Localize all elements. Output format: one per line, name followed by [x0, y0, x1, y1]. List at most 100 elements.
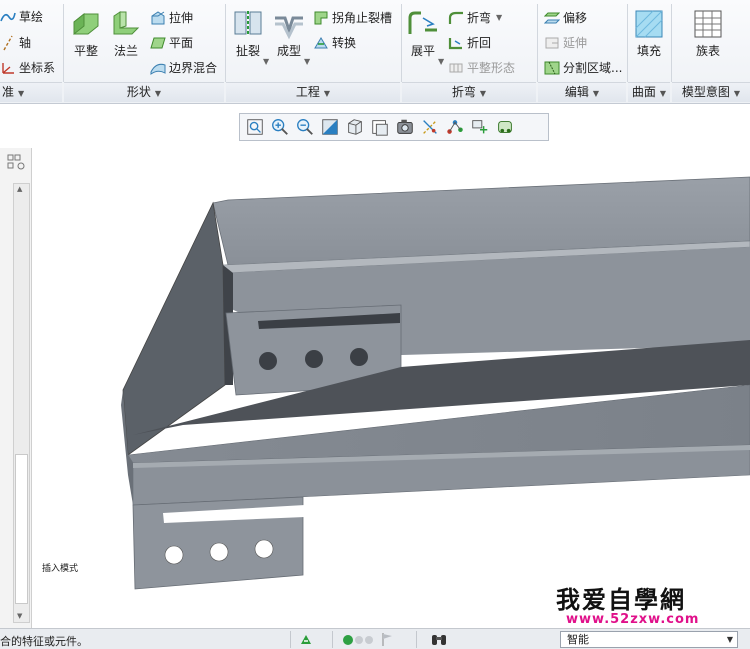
graphics-viewport[interactable]: 插入模式 [33, 145, 750, 625]
datum-group-bar[interactable]: 准 ▼ [0, 82, 62, 102]
flange-wall-label: 法兰 [113, 44, 138, 58]
split-area-label: 分割区域... [563, 61, 623, 75]
group-divider [401, 4, 402, 82]
offset-button[interactable]: 偏移 [544, 7, 587, 29]
saved-orientations-icon[interactable] [369, 116, 391, 138]
sheetmetal-model[interactable] [33, 145, 750, 625]
graphics-toolbar [239, 113, 549, 141]
csys-label: 坐标系 [19, 61, 56, 75]
family-table-icon [694, 10, 722, 38]
flag-icon[interactable] [380, 632, 394, 647]
bend-button[interactable]: 折弯 ▼ [448, 7, 502, 29]
tree-scrollbar[interactable]: ▲ ▼ [13, 183, 30, 623]
repaint-icon[interactable] [319, 116, 341, 138]
chevron-down-icon: ▼ [733, 89, 741, 98]
fill-icon [635, 10, 663, 38]
shapes-group-bar[interactable]: 形状 ▼ [64, 82, 224, 102]
form-icon [275, 16, 303, 40]
tree-settings-icon[interactable] [6, 153, 28, 173]
extrude-icon [151, 11, 165, 25]
split-area-button[interactable]: 分割区域... [544, 57, 622, 79]
form-button[interactable]: 成型 ▼ [271, 8, 310, 66]
boundary-blend-label: 边界混合 [169, 61, 218, 75]
model-tree-panel: ▲ ▼ [0, 148, 32, 628]
spin-center-icon[interactable] [469, 116, 491, 138]
corner-relief-button[interactable]: 拐角止裂槽 [313, 7, 392, 29]
axis-icon [3, 35, 13, 51]
appearance-icon[interactable] [494, 116, 516, 138]
chevron-down-icon: ▼ [726, 635, 733, 644]
plane-icon [150, 37, 166, 49]
scroll-up-icon[interactable]: ▲ [17, 185, 22, 193]
flat-pattern-button[interactable]: 平整形态 [448, 57, 515, 79]
chevron-down-icon: ▼ [479, 89, 487, 98]
axis-label: 轴 [19, 36, 32, 50]
view-manager-icon[interactable] [394, 116, 416, 138]
extend-button[interactable]: 延伸 [544, 32, 587, 54]
scrollbar-thumb[interactable] [15, 454, 28, 604]
datum-group-label: 准 [2, 85, 15, 99]
watermark-url: www.52zxw.com [566, 612, 700, 627]
editing-group-label: 编辑 [564, 85, 589, 99]
family-table-label: 族表 [695, 44, 720, 58]
bend-label: 折弯 [467, 11, 492, 25]
chevron-down-icon: ▼ [496, 13, 503, 22]
offset-label: 偏移 [563, 11, 588, 25]
zoom-in-icon[interactable] [269, 116, 291, 138]
display-style-icon[interactable] [344, 116, 366, 138]
status-lights-icon [343, 635, 373, 645]
bends-group-label: 折弯 [451, 85, 476, 99]
sketch-label: 草绘 [19, 10, 44, 24]
chevron-down-icon: ▼ [18, 89, 25, 98]
refit-icon[interactable] [244, 116, 266, 138]
flat-wall-label: 平整 [73, 44, 98, 58]
editing-group-bar[interactable]: 编辑 ▼ [538, 82, 626, 102]
plane-button[interactable]: 平面 [150, 32, 193, 54]
rip-button[interactable]: 扯裂 ▼ [230, 8, 269, 66]
chevron-down-icon: ▼ [154, 89, 162, 98]
watermark: 我爱自學網 www.52zxw.com [556, 580, 746, 632]
csys-button[interactable]: 坐标系 [0, 57, 55, 79]
ribbon: 草绘 轴 坐标系 准 ▼ 平整 法兰 拉伸 平面 边界混合 形状 ▼ 扯裂 ▼ … [0, 0, 750, 104]
bend-back-label: 折回 [467, 36, 492, 50]
model-intent-group-label: 模型意图 [681, 85, 730, 99]
sketch-button[interactable]: 草绘 [0, 6, 43, 28]
axis-button[interactable]: 轴 [0, 32, 31, 54]
group-divider [671, 4, 672, 82]
regenerate-icon[interactable] [298, 632, 314, 647]
status-divider [290, 631, 291, 648]
boundary-blend-button[interactable]: 边界混合 [150, 57, 217, 79]
zoom-out-icon[interactable] [294, 116, 316, 138]
family-table-button[interactable]: 族表 [688, 8, 728, 59]
chevron-down-icon: ▼ [592, 89, 600, 98]
scroll-down-icon[interactable]: ▼ [17, 612, 22, 620]
rip-label: 扯裂 [235, 44, 260, 58]
bend-back-button[interactable]: 折回 [448, 32, 491, 54]
datum-display-icon[interactable] [419, 116, 441, 138]
bend-icon [448, 11, 463, 24]
unbend-button[interactable]: 展平 ▼ [405, 8, 444, 66]
corner-relief-icon [314, 11, 328, 25]
selection-filter-select[interactable]: 智能 ▼ [560, 631, 738, 648]
flat-wall-button[interactable]: 平整 [68, 8, 104, 59]
find-icon[interactable] [430, 632, 448, 647]
model-intent-group-bar[interactable]: 模型意图 ▼ [672, 82, 750, 102]
fill-button[interactable]: 填充 [631, 8, 667, 59]
flat-pattern-icon [449, 63, 463, 73]
insert-mode-label: 插入模式 [42, 564, 79, 574]
engineering-group-bar[interactable]: 工程 ▼ [226, 82, 400, 102]
annotation-display-icon[interactable] [444, 116, 466, 138]
creo-sheetmetal-window: 草绘 轴 坐标系 准 ▼ 平整 法兰 拉伸 平面 边界混合 形状 ▼ 扯裂 ▼ … [0, 0, 750, 649]
chevron-down-icon: ▼ [323, 89, 331, 98]
chevron-down-icon: ▼ [304, 57, 311, 66]
surfaces-group-label: 曲面 [631, 85, 656, 99]
flange-wall-button[interactable]: 法兰 [108, 8, 144, 59]
extend-label: 延伸 [563, 36, 588, 50]
bends-group-bar[interactable]: 折弯 ▼ [402, 82, 536, 102]
chevron-down-icon: ▼ [438, 57, 445, 66]
extrude-button[interactable]: 拉伸 [150, 7, 193, 29]
convert-button[interactable]: 转换 [313, 32, 356, 54]
boundary-blend-icon [150, 63, 166, 75]
surfaces-group-bar[interactable]: 曲面 ▼ [628, 82, 670, 102]
plane-label: 平面 [169, 36, 194, 50]
